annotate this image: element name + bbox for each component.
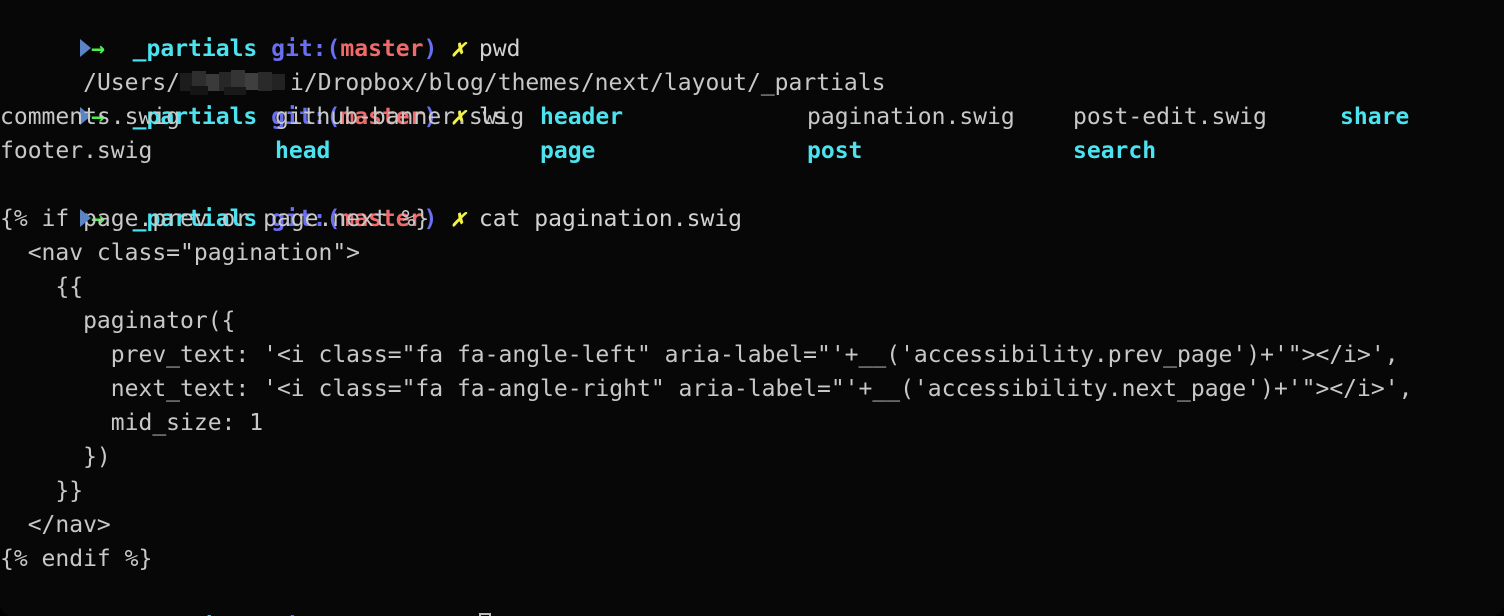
cat-output-line: }}: [0, 478, 84, 504]
ls-file-entry[interactable]: footer.swig: [0, 134, 152, 168]
cat-output-line: {% if page.prev or page.next %}: [0, 206, 430, 232]
cat-output-line: prev_text: '<i class="fa fa-angle-left" …: [0, 342, 1399, 368]
ls-output-row: footer.swig head page post search: [0, 134, 1504, 168]
prompt-status-mark: ✗: [451, 206, 466, 232]
prompt-git-prefix: git:(: [271, 36, 341, 62]
prompt-triangle-icon: [80, 208, 92, 227]
prompt-triangle-icon: [80, 38, 92, 57]
cat-output-line: {{: [0, 274, 84, 300]
ls-directory-entry[interactable]: post: [807, 134, 862, 168]
ls-file-entry[interactable]: post-edit.swig: [1073, 100, 1267, 134]
cat-output-line: </nav>: [0, 512, 111, 538]
cat-output-line: next_text: '<i class="fa fa-angle-right"…: [0, 376, 1413, 402]
cat-output: {% if page.prev or page.next %} <nav cla…: [0, 202, 1504, 576]
prompt-gap-4: [465, 206, 479, 232]
redacted-username: [180, 69, 290, 95]
prompt-git-suffix: ): [423, 36, 438, 62]
ls-file-entry[interactable]: github-banner.swig: [275, 100, 524, 134]
terminal-screen: → _partials git:(master) ✗ pwd /Users/ i…: [0, 0, 1504, 616]
prompt-line-pwd: → _partials git:(master) ✗ pwd: [0, 0, 1504, 62]
prompt-line-cat: → _partials git:(master) ✗ cat paginatio…: [0, 168, 1504, 232]
ls-output: comments.swig github-banner.swig header pag…: [0, 100, 1504, 168]
prompt-gap-1: [105, 36, 133, 62]
ls-directory-entry[interactable]: head: [275, 134, 330, 168]
prompt-gap-2: [257, 36, 271, 62]
cat-output-line: <nav class="pagination">: [0, 240, 361, 266]
ls-file-entry[interactable]: pagination.swig: [807, 100, 1015, 134]
command-cat: cat pagination.swig: [478, 206, 743, 232]
prompt-gap-3: [437, 36, 451, 62]
prompt-cwd: _partials: [132, 36, 258, 62]
prompt-status-mark: ✗: [451, 36, 466, 62]
ls-directory-entry[interactable]: share: [1340, 100, 1409, 134]
ls-directory-entry[interactable]: page: [540, 134, 595, 168]
cat-output-line: {% endif %}: [0, 546, 153, 572]
cat-output-line: mid_size: 1: [0, 410, 264, 436]
pwd-path-prefix: /Users/: [83, 70, 181, 96]
ls-directory-entry[interactable]: search: [1073, 134, 1156, 168]
prompt-gap-3: [437, 206, 451, 232]
cat-output-line: paginator({: [0, 308, 236, 334]
command-pwd: pwd: [478, 36, 521, 62]
ls-file-entry[interactable]: comments.swig: [0, 100, 180, 134]
ls-output-row: comments.swig github-banner.swig header pag…: [0, 100, 1504, 134]
prompt-line-active[interactable]: → _partials git:(master) ✗: [0, 576, 1504, 616]
prompt-git-branch: master: [340, 36, 424, 62]
ls-directory-entry[interactable]: header: [540, 100, 623, 134]
prompt-gap-4: [465, 36, 479, 62]
pwd-path-suffix: i/Dropbox/blog/themes/next/layout/_parti…: [290, 70, 886, 96]
terminal-window[interactable]: → _partials git:(master) ✗ pwd /Users/ i…: [0, 0, 1504, 616]
cat-output-line: }): [0, 444, 111, 470]
prompt-arrow-icon: →: [91, 36, 105, 62]
